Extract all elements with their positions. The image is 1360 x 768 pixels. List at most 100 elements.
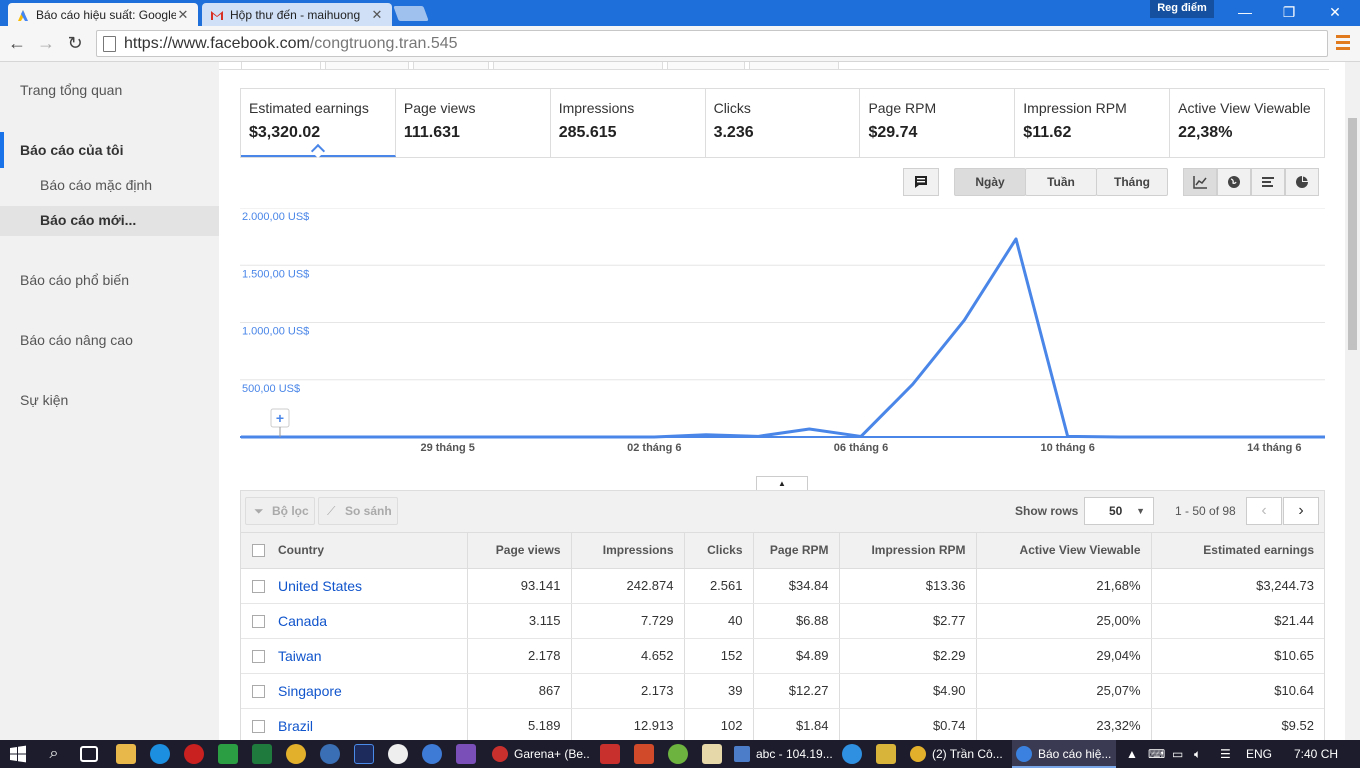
minimize-icon[interactable]: — — [1222, 2, 1268, 22]
metric-impressions[interactable]: Impressions 285.615 — [551, 89, 706, 157]
taskbar-task[interactable]: Báo cáo hiệ... — [1012, 740, 1116, 768]
chrome-icon[interactable] — [286, 744, 306, 764]
page-scrollbar[interactable] — [1345, 62, 1360, 740]
column-header-estimated-earnings[interactable]: Estimated earnings — [1151, 533, 1324, 569]
metric-clicks[interactable]: Clicks 3.236 — [706, 89, 861, 157]
taskbar-task[interactable]: Garena+ (Be... — [488, 740, 590, 768]
column-header-page-views[interactable]: Page views — [467, 533, 572, 569]
metric-page-rpm[interactable]: Page RPM $29.74 — [860, 89, 1016, 157]
tray-chevron-icon[interactable]: ▲ — [1126, 740, 1138, 768]
row-checkbox[interactable] — [252, 720, 265, 734]
close-icon[interactable]: ✕ — [370, 7, 384, 23]
compare-label: So sánh — [345, 504, 392, 518]
app-icon[interactable] — [184, 744, 204, 764]
metric-page-views[interactable]: Page views 111.631 — [396, 89, 551, 157]
app-icon[interactable] — [600, 744, 620, 764]
window-close-icon[interactable]: ✕ — [1312, 2, 1358, 22]
excel-icon[interactable] — [252, 744, 272, 764]
row-select-cell — [241, 708, 278, 744]
country-link[interactable]: Taiwan — [278, 638, 468, 674]
earnings-line-chart: 2.000,00 US$ 1.500,00 US$ 1.000,00 US$ 500,… — [240, 208, 1325, 454]
comment-button[interactable] — [903, 168, 939, 196]
metric-estimated-earnings[interactable]: Estimated earnings $3,320.02 — [241, 89, 396, 159]
network-icon[interactable]: ▭ — [1172, 740, 1183, 768]
sidebar-item-my-reports[interactable]: Báo cáo của tôi — [20, 142, 123, 158]
country-link[interactable]: Singapore — [278, 673, 468, 709]
menu-icon[interactable] — [1336, 35, 1350, 51]
column-header-impressions[interactable]: Impressions — [571, 533, 685, 569]
taskbar-task[interactable]: abc - 104.19... — [730, 740, 834, 768]
close-icon[interactable]: ✕ — [176, 7, 190, 23]
line-chart-icon — [1193, 176, 1207, 189]
granularity-week-button[interactable]: Tuần — [1025, 168, 1097, 196]
new-tab-button[interactable] — [393, 6, 429, 21]
taskbar-task[interactable]: (2) Trần Cô... — [906, 740, 1010, 768]
filter-label: Bộ lọc — [272, 504, 309, 518]
language-indicator[interactable]: ENG — [1246, 740, 1272, 768]
notepad-icon[interactable] — [702, 744, 722, 764]
browser-tab-gmail[interactable]: Hộp thư đến - maihuong ✕ — [202, 3, 392, 26]
search-icon[interactable]: ⌕ — [44, 744, 64, 764]
next-page-button[interactable]: › — [1283, 497, 1319, 525]
photoshop-icon[interactable] — [354, 744, 374, 764]
sidebar-item-advanced-reports[interactable]: Báo cáo nâng cao — [20, 332, 133, 348]
app-icon[interactable] — [150, 744, 170, 764]
app-icon[interactable] — [876, 744, 896, 764]
row-checkbox[interactable] — [252, 685, 265, 699]
select-all-checkbox[interactable] — [252, 544, 265, 558]
forward-icon[interactable]: → — [35, 32, 57, 54]
sidebar-item-overview[interactable]: Trang tổng quan — [20, 82, 122, 98]
column-header-active-view[interactable]: Active View Viewable — [976, 533, 1152, 569]
clock[interactable]: 7:40 CH — [1294, 740, 1338, 768]
file-explorer-icon[interactable] — [116, 744, 136, 764]
maximize-icon[interactable]: ❐ — [1266, 2, 1312, 22]
metric-active-view[interactable]: Active View Viewable 22,38% — [1170, 89, 1324, 157]
volume-icon[interactable]: 🔈︎ — [1194, 740, 1201, 768]
task-view-icon[interactable] — [80, 746, 98, 762]
collapse-chart-button[interactable]: ▲ — [756, 476, 808, 490]
visual-studio-icon[interactable] — [456, 744, 476, 764]
compare-button[interactable]: ⟋ So sánh — [318, 497, 398, 525]
windows-start-icon[interactable] — [8, 744, 28, 764]
app-icon[interactable] — [218, 744, 238, 764]
address-bar[interactable]: https://www.facebook.com/congtruong.tran… — [96, 30, 1328, 57]
reload-icon[interactable]: ↻ — [64, 32, 86, 54]
app-icon[interactable] — [320, 744, 340, 764]
sidebar-item-default-report[interactable]: Báo cáo mặc định — [40, 177, 152, 193]
scrollbar-thumb[interactable] — [1348, 118, 1357, 350]
back-icon[interactable]: ← — [6, 32, 28, 54]
country-link[interactable]: Canada — [278, 603, 468, 639]
map-view-button[interactable] — [1217, 168, 1251, 196]
rows-per-page-select[interactable]: 50 ▼ — [1084, 497, 1154, 525]
keyboard-icon[interactable]: ⌨ — [1148, 740, 1165, 768]
country-link[interactable]: Brazil — [278, 708, 468, 744]
app-icon[interactable] — [842, 744, 862, 764]
column-header-country[interactable]: Country — [278, 533, 468, 569]
column-header-clicks[interactable]: Clicks — [684, 533, 754, 569]
notification-icon[interactable]: ☰ — [1220, 740, 1231, 768]
column-header-impression-rpm[interactable]: Impression RPM — [839, 533, 977, 569]
row-checkbox[interactable] — [252, 615, 265, 629]
metric-impression-rpm[interactable]: Impression RPM $11.62 — [1015, 89, 1171, 157]
granularity-day-button[interactable]: Ngày — [954, 168, 1026, 196]
sidebar-item-events[interactable]: Sự kiện — [20, 392, 68, 408]
sidebar-item-new-report[interactable]: Báo cáo mới... — [40, 212, 136, 228]
pie-view-button[interactable] — [1285, 168, 1319, 196]
country-link[interactable]: United States — [278, 568, 468, 604]
app-icon[interactable] — [634, 744, 654, 764]
table-view-button[interactable] — [1251, 168, 1285, 196]
profile-button[interactable]: Reg điểm — [1150, 0, 1214, 18]
sidebar-item-popular-reports[interactable]: Báo cáo phổ biến — [20, 272, 129, 288]
cell-impression-rpm: $2.29 — [839, 638, 977, 674]
app-icon[interactable] — [388, 744, 408, 764]
prev-page-button[interactable]: ‹ — [1246, 497, 1282, 525]
app-icon[interactable] — [668, 744, 688, 764]
granularity-month-button[interactable]: Tháng — [1096, 168, 1168, 196]
browser-tab-adsense[interactable]: Báo cáo hiệu suất: Google ✕ — [8, 3, 198, 26]
filter-button[interactable]: ⏷ Bộ lọc — [245, 497, 315, 525]
line-chart-view-button[interactable] — [1183, 168, 1217, 196]
row-checkbox[interactable] — [252, 650, 265, 664]
row-checkbox[interactable] — [252, 580, 265, 594]
app-icon[interactable] — [422, 744, 442, 764]
column-header-page-rpm[interactable]: Page RPM — [753, 533, 840, 569]
